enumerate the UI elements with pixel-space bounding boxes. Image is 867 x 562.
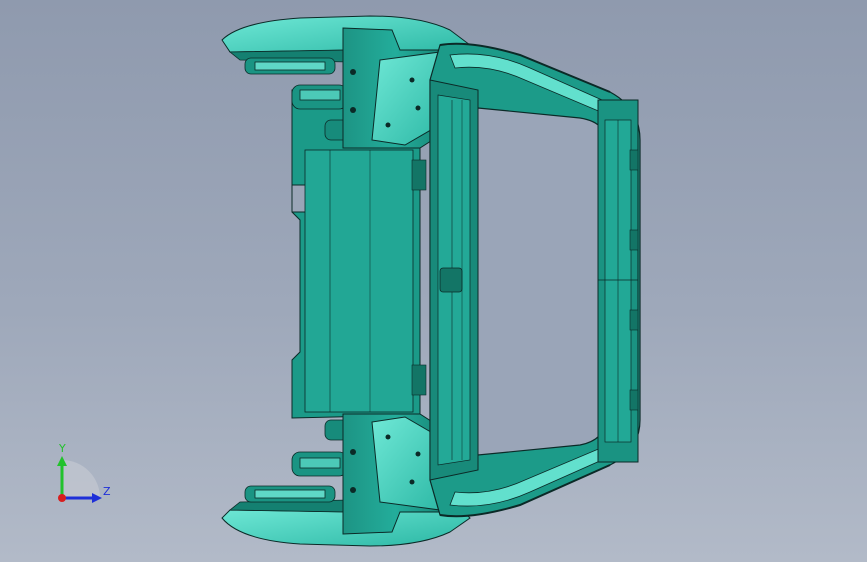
triad-quadrant xyxy=(62,460,100,498)
front-frame-opening xyxy=(471,107,606,456)
z-axis-label: Z xyxy=(103,485,111,498)
bottom-cylinders xyxy=(244,419,356,503)
cad-model[interactable] xyxy=(0,0,867,562)
rear-plate-inner xyxy=(304,149,414,413)
x-axis-dot xyxy=(58,494,66,502)
y-axis-label: Y xyxy=(59,442,66,455)
3d-viewport[interactable]: Y Z xyxy=(0,0,867,562)
